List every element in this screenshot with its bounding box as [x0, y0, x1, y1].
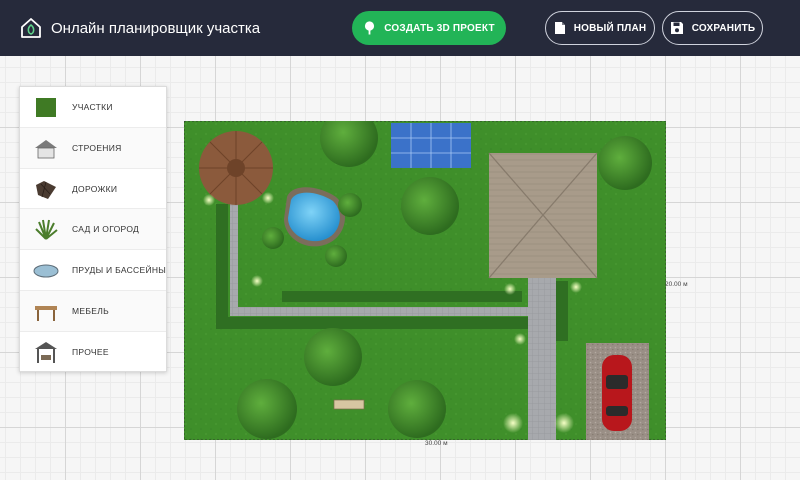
garden-light[interactable] [203, 194, 215, 206]
table-icon [35, 305, 57, 321]
gazebo-icon [35, 341, 57, 363]
path-to-house[interactable] [528, 278, 556, 440]
garden-light[interactable] [554, 413, 574, 433]
top-bar: Онлайн планировщик участка СОЗДАТЬ 3D ПР… [0, 0, 800, 56]
category-panel: УЧАСТКИ СТРОЕНИЯ ДОРОЖКИ САД И ОГОРОД ПР… [19, 86, 167, 372]
pool-icon [33, 264, 59, 278]
shrub-icon [35, 220, 58, 241]
category-label: ДОРОЖКИ [72, 183, 118, 194]
bush[interactable] [325, 245, 347, 267]
bush[interactable] [237, 379, 297, 439]
app-title: Онлайн планировщик участка [51, 20, 261, 37]
plot-width-label: 30.00 м [425, 440, 448, 447]
category-label: ПРУДЫ И БАССЕЙНЫ [72, 265, 167, 276]
category-other[interactable]: ПРОЧЕЕ [20, 332, 166, 373]
plot-icon [36, 98, 56, 117]
car[interactable] [602, 355, 632, 431]
create-3d-project-button[interactable]: СОЗДАТЬ 3D ПРОЕКТ [352, 11, 506, 45]
hedge-upper[interactable] [282, 291, 522, 302]
save-button[interactable]: СОХРАНИТЬ [662, 11, 763, 45]
save-label: СОХРАНИТЬ [691, 22, 756, 34]
category-label: МЕБЕЛЬ [72, 305, 109, 316]
category-furniture[interactable]: МЕБЕЛЬ [20, 290, 166, 332]
new-plan-label: НОВЫЙ ПЛАН [573, 22, 647, 34]
new-plan-button[interactable]: НОВЫЙ ПЛАН [545, 11, 655, 45]
bush[interactable] [338, 193, 362, 217]
garden-light[interactable] [251, 275, 263, 287]
path-horizontal[interactable] [230, 307, 530, 316]
category-buildings[interactable]: СТРОЕНИЯ [20, 127, 166, 169]
garden-light[interactable] [514, 333, 526, 345]
house-roof[interactable] [488, 152, 598, 279]
bush[interactable] [262, 227, 284, 249]
category-label: СТРОЕНИЯ [72, 142, 122, 153]
bench[interactable] [333, 399, 365, 410]
home-leaf-icon[interactable] [20, 17, 42, 39]
hedge-lower[interactable] [216, 317, 556, 329]
hedge-vertical[interactable] [216, 204, 228, 329]
garden-light[interactable] [570, 281, 582, 293]
category-label: УЧАСТКИ [72, 102, 113, 112]
gazebo[interactable] [199, 131, 273, 205]
garden-light[interactable] [262, 192, 274, 204]
paving-tiles-icon [36, 180, 56, 199]
category-ponds-pools[interactable]: ПРУДЫ И БАССЕЙНЫ [20, 250, 166, 291]
tree-icon [365, 21, 375, 35]
hedge-right[interactable] [556, 281, 568, 341]
category-label: ПРОЧЕЕ [72, 346, 109, 357]
bush[interactable] [304, 328, 362, 386]
garden-light[interactable] [503, 413, 523, 433]
bush[interactable] [401, 177, 459, 235]
bush[interactable] [388, 380, 446, 438]
category-label: САД И ОГОРОД [72, 224, 140, 235]
house-icon [35, 139, 57, 159]
path-vertical-left[interactable] [230, 201, 238, 311]
create-3d-project-label: СОЗДАТЬ 3D ПРОЕКТ [384, 22, 495, 34]
category-plots[interactable]: УЧАСТКИ [20, 87, 166, 128]
category-paths[interactable]: ДОРОЖКИ [20, 169, 166, 210]
garden-light[interactable] [504, 283, 516, 295]
category-garden[interactable]: САД И ОГОРОД [20, 209, 166, 251]
floppy-disk-icon [670, 22, 683, 34]
solar-panels[interactable] [391, 123, 471, 168]
document-icon [554, 22, 565, 34]
site-plan[interactable] [184, 121, 666, 440]
bush[interactable] [598, 136, 652, 190]
plot-height-label: 20.00 м [665, 281, 688, 288]
